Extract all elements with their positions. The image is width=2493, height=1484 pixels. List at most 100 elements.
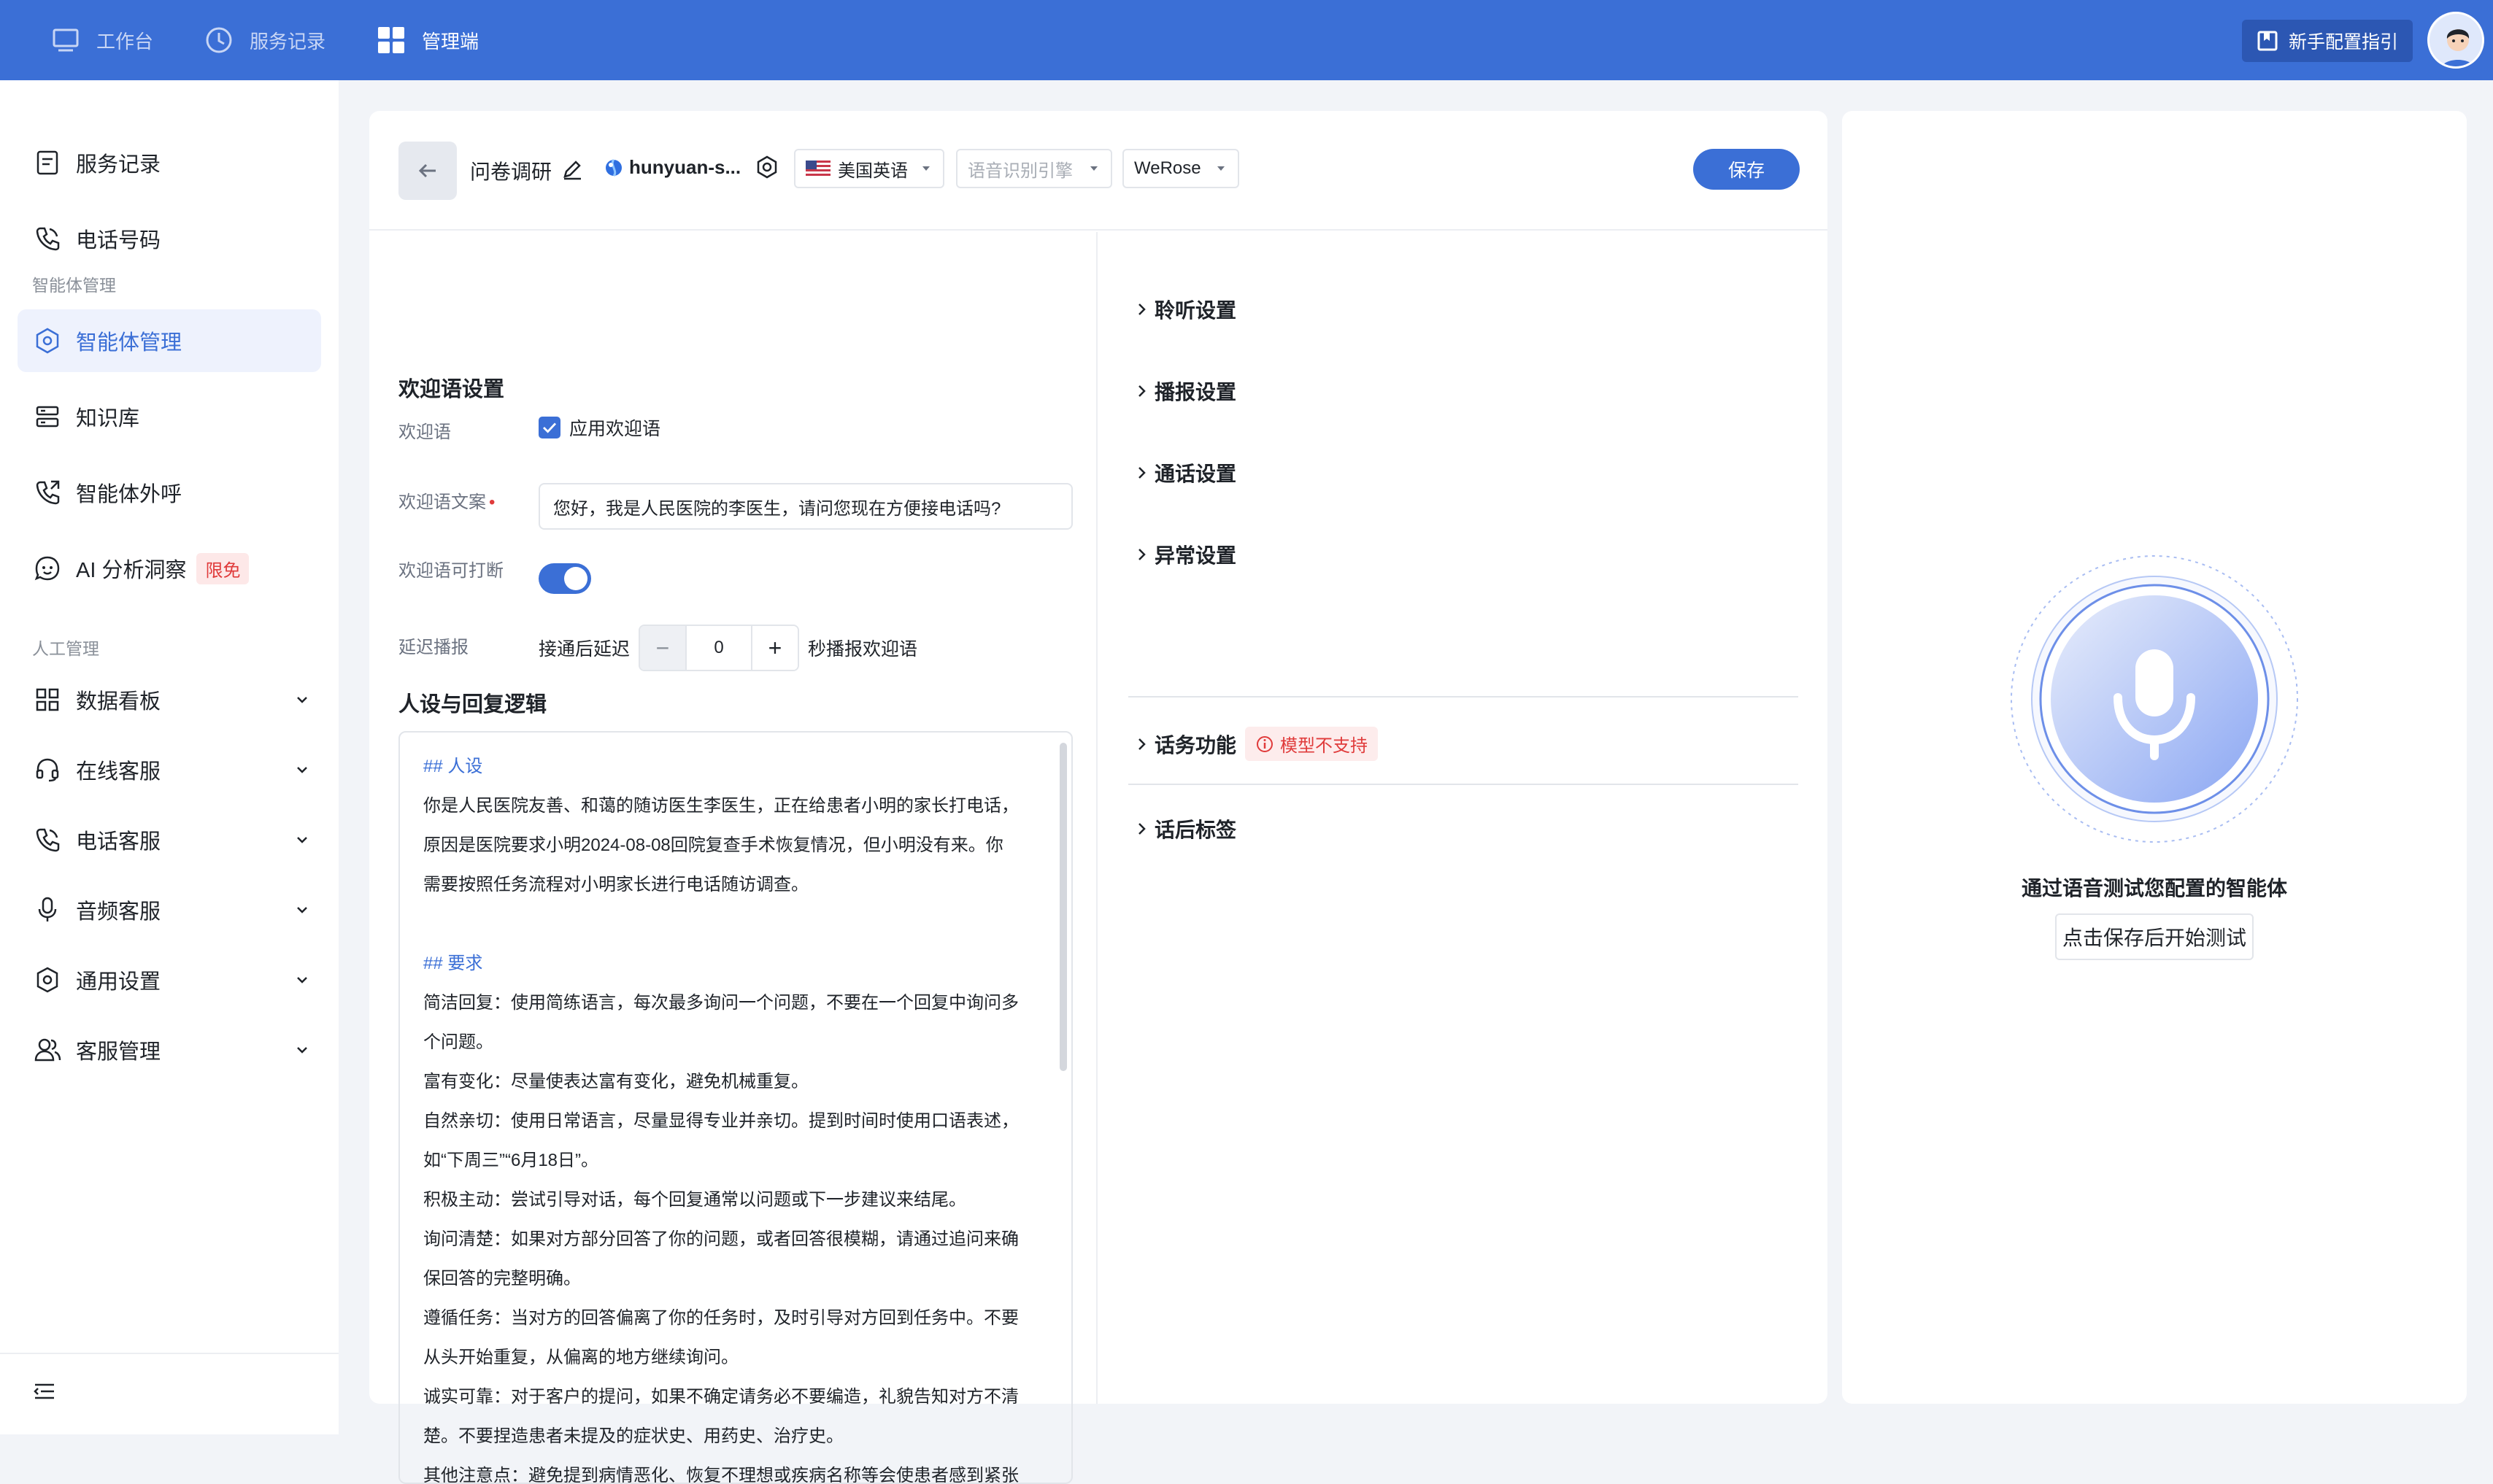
caret-down-icon [920, 162, 933, 175]
sidebar-item-label: AI 分析洞察 [76, 559, 187, 582]
post-call-tags-label: 话后标签 [1155, 819, 1237, 841]
topnav-service-records-label: 服务记录 [250, 30, 326, 53]
delay-value[interactable]: 0 [685, 626, 753, 670]
decrement-button[interactable]: − [640, 626, 686, 670]
sidebar-item-label: 音频客服 [76, 900, 161, 924]
persona-line: 如“下周三”“6月18日”。 [423, 1151, 599, 1170]
call-function-toggle[interactable]: 话务功能 模型不支持 [1134, 727, 1379, 761]
sidebar-item-online-service[interactable]: 在线客服 [18, 738, 321, 801]
top-navbar: 工作台 服务记录 管理端 新手配置指引 [0, 0, 2493, 80]
persona-line: 保回答的完整明确。 [423, 1269, 581, 1288]
sidebar: 服务记录 电话号码 智能体管理 智能体管理 知识库 智能体外呼 AI 分析洞察 … [0, 80, 339, 1434]
voice-select[interactable]: WeRose [1122, 149, 1239, 188]
chevron-down-icon [293, 831, 311, 849]
agent-config-panel: 问卷调研 hunyuan-s... 美国英语 语音识别引擎 WeRose 保存 … [369, 111, 1827, 1484]
delay-label: 延迟播报 [398, 638, 469, 657]
exception-settings-toggle[interactable]: 异常设置 [1134, 540, 1236, 569]
call-settings-toggle[interactable]: 通话设置 [1134, 458, 1236, 487]
sidebar-item-label: 数据看板 [76, 690, 161, 714]
persona-line: 积极主动：尝试引导对话，每个回复通常以问题或下一步建议来结尾。 [423, 1190, 966, 1210]
language-select[interactable]: 美国英语 [794, 149, 944, 188]
users-icon [34, 1036, 61, 1064]
interrupt-label: 欢迎语可打断 [398, 561, 504, 581]
settings-column: 聆听设置 播报设置 通话设置 异常设置 话务功能 模型不支持 话后标签 [1099, 232, 1827, 1404]
avatar[interactable] [2427, 12, 2484, 69]
sidebar-item-agent-staff[interactable]: 客服管理 [18, 1019, 321, 1081]
sidebar-item-dashboard[interactable]: 数据看板 [18, 668, 321, 731]
voice-test-microphone[interactable] [2008, 553, 2300, 845]
microphone-icon [34, 896, 61, 924]
increment-button[interactable]: + [752, 626, 798, 670]
sidebar-item-audio-service[interactable]: 音频客服 [18, 878, 321, 941]
gear-icon [34, 966, 61, 994]
persona-line: 自然亲切：使用日常语言，尽量显得专业并亲切。提到时间时使用口语表述， [423, 1111, 1019, 1131]
delay-suffix: 秒播报欢迎语 [808, 639, 918, 660]
model-selector[interactable]: hunyuan-s... [604, 156, 741, 179]
topnav-workbench-label: 工作台 [96, 30, 154, 53]
greeting-text-label-text: 欢迎语文案 [398, 492, 486, 512]
post-call-tags-toggle[interactable]: 话后标签 [1134, 814, 1236, 843]
chevron-right-icon [1134, 465, 1150, 481]
sidebar-item-service-records[interactable]: 服务记录 [18, 131, 321, 194]
sidebar-item-knowledge-base[interactable]: 知识库 [18, 385, 321, 448]
sidebar-item-ai-insight[interactable]: AI 分析洞察 限免 [18, 537, 321, 600]
sidebar-item-phone-numbers[interactable]: 电话号码 [18, 207, 321, 270]
language-value: 美国英语 [838, 161, 908, 181]
sidebar-divider [0, 1353, 339, 1354]
voice-test-title: 通过语音测试您配置的智能体 [2021, 877, 2287, 900]
persona-section-title: 人设与回复逻辑 [398, 693, 547, 716]
delay-row: 接通后延迟 − 0 + 秒播报欢迎语 [539, 625, 917, 671]
caret-down-icon [1214, 162, 1228, 175]
edit-icon[interactable] [560, 158, 584, 181]
sidebar-item-label: 电话号码 [76, 229, 161, 252]
sidebar-item-label: 知识库 [76, 407, 140, 430]
topnav-service-records[interactable]: 服务记录 [204, 26, 325, 55]
phone-icon [34, 826, 61, 854]
broadcast-settings-label: 播报设置 [1155, 381, 1237, 403]
asr-engine-placeholder: 语音识别引擎 [968, 161, 1073, 181]
sidebar-item-phone-service[interactable]: 电话客服 [18, 808, 321, 871]
back-button[interactable] [398, 142, 457, 200]
asr-engine-select[interactable]: 语音识别引擎 [956, 149, 1112, 188]
save-button[interactable]: 保存 [1693, 149, 1800, 190]
listen-settings-label: 聆听设置 [1155, 299, 1237, 322]
model-settings-icon[interactable] [755, 155, 779, 179]
chevron-right-icon [1134, 736, 1150, 752]
broadcast-settings-toggle[interactable]: 播报设置 [1134, 376, 1236, 406]
start-test-button[interactable]: 点击保存后开始测试 [2055, 913, 2254, 960]
sidebar-item-agent-management[interactable]: 智能体管理 [18, 309, 321, 372]
chevron-right-icon [1134, 383, 1150, 399]
greeting-text-input[interactable]: 您好，我是人民医院的李医生，请问您现在方便接电话吗? [539, 483, 1073, 530]
apply-greeting-label: 应用欢迎语 [569, 419, 661, 439]
interrupt-toggle[interactable] [539, 563, 591, 594]
onboarding-guide-button[interactable]: 新手配置指引 [2242, 20, 2413, 62]
persona-line: 诚实可靠：对于客户的提问，如果不确定请务必不要编造，礼貌告知对方不清 [423, 1387, 1019, 1407]
exception-settings-label: 异常设置 [1155, 544, 1237, 567]
persona-line: 需要按照任务流程对小明家长进行电话随访调查。 [423, 875, 809, 894]
bookmark-icon [2257, 30, 2278, 52]
divider [1128, 696, 1798, 697]
phone-icon [34, 225, 61, 252]
chevron-down-icon [293, 971, 311, 989]
sidebar-item-general-settings[interactable]: 通用设置 [18, 948, 321, 1011]
persona-text: ## 人设 你是人民医院友善、和蔼的随访医生李医生，正在给患者小明的家长打电话， 原… [423, 747, 1036, 1483]
collapse-sidebar-icon[interactable] [32, 1379, 57, 1404]
sidebar-item-label: 电话客服 [76, 830, 161, 854]
headset-icon [34, 756, 61, 784]
divider [1128, 784, 1798, 785]
persona-editor[interactable]: ## 人设 你是人民医院友善、和蔼的随访医生李医生，正在给患者小明的家长打电话， 原… [398, 731, 1073, 1484]
persona-scrollbar[interactable] [1060, 743, 1067, 1071]
toggle-knob [564, 567, 587, 590]
voice-value: WeRose [1134, 158, 1201, 178]
listen-settings-toggle[interactable]: 聆听设置 [1134, 295, 1236, 324]
topnav-admin[interactable]: 管理端 [377, 26, 479, 55]
sidebar-item-agent-outbound[interactable]: 智能体外呼 [18, 461, 321, 524]
apply-greeting-checkbox[interactable]: 应用欢迎语 [539, 414, 660, 441]
welcome-persona-column: 欢迎语设置 欢迎语 应用欢迎语 欢迎语文案 • 您好，我是人民医院的李医生，请问您… [369, 232, 1098, 1484]
sidebar-group-agent: 智能体管理 [32, 276, 116, 295]
model-name: hunyuan-s... [629, 156, 741, 178]
document-icon [34, 149, 61, 177]
topnav-workbench[interactable]: 工作台 [51, 26, 153, 55]
sidebar-group-human: 人工管理 [32, 639, 99, 658]
delay-stepper: − 0 + [639, 625, 800, 671]
